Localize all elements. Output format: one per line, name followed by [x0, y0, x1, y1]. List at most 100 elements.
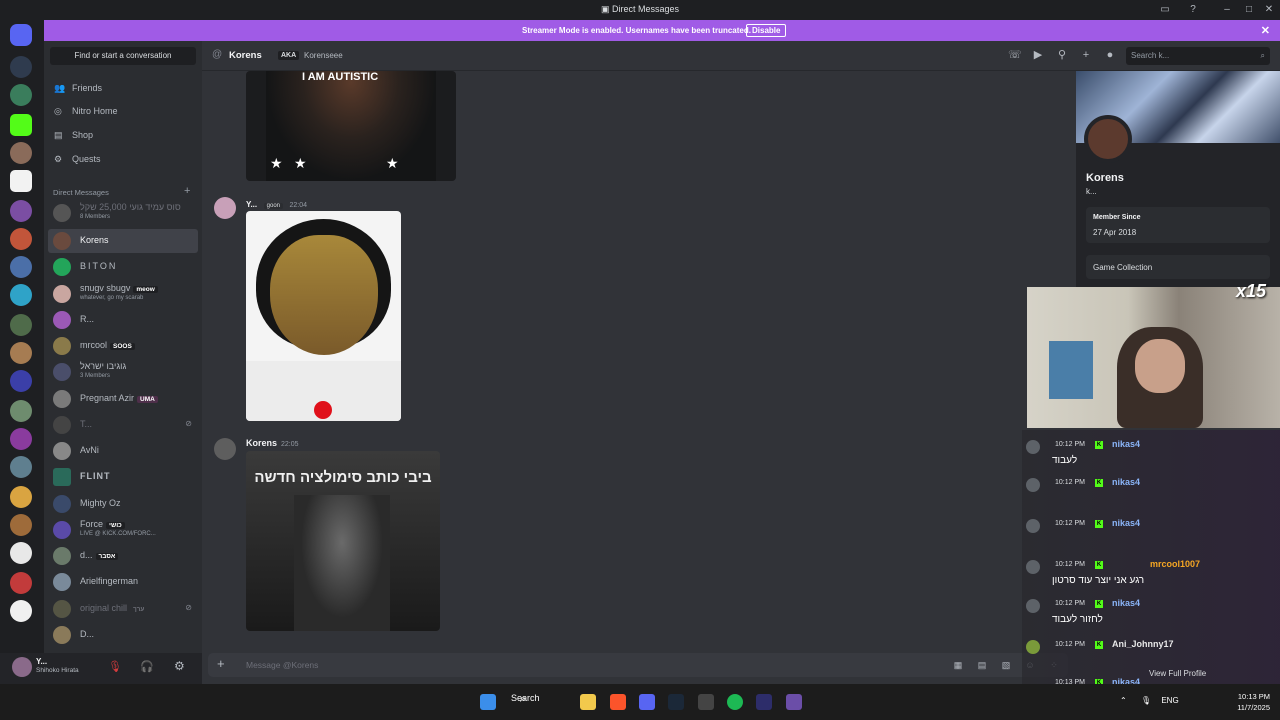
avatar: [53, 600, 71, 618]
avatar[interactable]: [12, 657, 32, 677]
video-icon[interactable]: ▶: [1032, 49, 1044, 61]
message-image[interactable]: I AM AUTISTIC ★ ★ ★: [246, 71, 456, 181]
server-icon[interactable]: [10, 314, 32, 336]
gear-icon[interactable]: ⚙: [174, 659, 185, 673]
pin-icon[interactable]: ⚲: [1056, 49, 1068, 61]
server-icon[interactable]: [10, 514, 32, 536]
server-icon[interactable]: [10, 84, 32, 106]
star-icon: ★: [386, 155, 399, 171]
add-attachment-icon[interactable]: +: [217, 657, 225, 671]
home-button[interactable]: [10, 24, 32, 46]
server-icon[interactable]: [10, 56, 32, 78]
server-icon[interactable]: [10, 256, 32, 278]
server-icon[interactable]: [10, 400, 32, 422]
dm-item[interactable]: גוגיבו ישראל 3 Members: [48, 360, 198, 384]
hidden-icon[interactable]: ⊘: [185, 603, 192, 612]
sticker-icon[interactable]: ▧: [1000, 659, 1012, 671]
dm-item[interactable]: D...: [48, 623, 198, 647]
discord-icon[interactable]: [639, 694, 655, 710]
server-icon[interactable]: [10, 342, 32, 364]
dm-item[interactable]: Mighty Oz: [48, 492, 198, 516]
maximize-button[interactable]: □: [1242, 3, 1256, 17]
nav-nitro[interactable]: ◎ Nitro Home: [52, 101, 196, 121]
minimize-button[interactable]: –: [1220, 3, 1234, 17]
app-icon[interactable]: [756, 694, 772, 710]
dm-item[interactable]: FLINT: [48, 465, 198, 489]
spotify-icon[interactable]: [727, 694, 743, 710]
dm-item[interactable]: Pregnant Azir UMA: [48, 387, 198, 411]
avatar[interactable]: [214, 197, 236, 219]
brave-icon[interactable]: [610, 694, 626, 710]
deafen-icon[interactable]: 🎧: [140, 660, 154, 673]
view-full-profile-link[interactable]: View Full Profile: [1149, 669, 1206, 678]
language-indicator[interactable]: ENG: [1161, 696, 1178, 705]
message-input[interactable]: Message @Korens: [246, 660, 318, 670]
close-icon[interactable]: ✕: [1261, 24, 1270, 37]
message-author[interactable]: Y... goon 22:04: [246, 199, 307, 209]
inbox-icon[interactable]: ▭: [1158, 3, 1172, 17]
steam-icon[interactable]: [668, 694, 684, 710]
server-icon[interactable]: [10, 370, 32, 392]
profile-avatar[interactable]: [1084, 115, 1132, 163]
system-tray[interactable]: ⌃ 🎙 ENG: [1120, 696, 1179, 705]
dm-item[interactable]: AvNi: [48, 439, 198, 463]
help-icon[interactable]: ?: [1186, 3, 1200, 17]
server-icon[interactable]: [10, 456, 32, 478]
server-icon[interactable]: [10, 228, 32, 250]
dm-item[interactable]: Korens: [48, 229, 198, 253]
gif-icon[interactable]: ▤: [976, 659, 988, 671]
dm-item[interactable]: Arielfingerman: [48, 570, 198, 594]
message-image[interactable]: [246, 211, 401, 421]
close-window-button[interactable]: ✕: [1262, 3, 1276, 17]
dm-item[interactable]: BITON: [48, 255, 198, 279]
mic-icon[interactable]: 🎙: [1141, 696, 1151, 705]
server-icon[interactable]: [10, 428, 32, 450]
dm-item[interactable]: original chill ערך ⊘: [48, 597, 198, 621]
avatar: [53, 232, 71, 250]
server-icon[interactable]: [10, 600, 32, 622]
gift-icon[interactable]: ▦: [952, 659, 964, 671]
profile-icon[interactable]: ●: [1104, 49, 1116, 61]
dm-item[interactable]: d... אסבר: [48, 544, 198, 568]
hidden-icon[interactable]: ⊘: [185, 419, 192, 428]
file-explorer-icon[interactable]: [580, 694, 596, 710]
server-icon[interactable]: [10, 284, 32, 306]
server-icon[interactable]: [10, 572, 32, 594]
call-icon[interactable]: ☏: [1008, 49, 1022, 61]
dm-item[interactable]: סוס עמיד גועי 25,000 שקל 8 Members: [48, 201, 198, 225]
mute-icon[interactable]: 🎙: [108, 660, 122, 673]
avatar: [53, 285, 71, 303]
create-dm-icon[interactable]: +: [184, 185, 190, 197]
disable-button[interactable]: Disable: [746, 24, 787, 37]
server-icon[interactable]: [10, 170, 32, 192]
search-input[interactable]: Search k... ⌕: [1126, 47, 1270, 65]
server-icon[interactable]: [10, 542, 32, 564]
server-icon[interactable]: [10, 114, 32, 136]
message-composer[interactable]: + Message @Korens ▦ ▤ ▧ ☺ ⁘: [208, 653, 1068, 677]
server-icon[interactable]: [10, 486, 32, 508]
clock[interactable]: 10:13 PM 11/7/2025: [1226, 691, 1270, 713]
start-icon[interactable]: [480, 694, 496, 710]
dm-item[interactable]: R...: [48, 308, 198, 332]
dm-item[interactable]: sпugv sbugv meow whatever, go my scarab: [48, 282, 198, 306]
dm-item[interactable]: Force כושי LIVE @ KICK.COM/FORC...: [48, 518, 198, 542]
avatar[interactable]: [214, 438, 236, 460]
message-author[interactable]: Korens 22:05: [246, 438, 299, 448]
game-collection-card[interactable]: Game Collection: [1086, 255, 1270, 279]
taskbar-search[interactable]: Search: [511, 693, 540, 703]
search-icon: ⌕: [1260, 51, 1265, 60]
find-conversation-button[interactable]: Find or start a conversation: [50, 47, 196, 65]
message-image[interactable]: ביבי כותב סימולציה חדשה: [246, 451, 440, 631]
dm-item[interactable]: T... ⊘: [48, 413, 198, 437]
obs-icon[interactable]: [698, 694, 714, 710]
nav-friends[interactable]: 👥 Friends: [52, 78, 196, 98]
add-friends-icon[interactable]: +: [1080, 49, 1092, 61]
nav-quests[interactable]: ⚙ Quests: [52, 149, 196, 169]
avatar: [53, 573, 71, 591]
chevron-up-icon[interactable]: ⌃: [1120, 696, 1127, 705]
server-icon[interactable]: [10, 200, 32, 222]
app-icon[interactable]: [786, 694, 802, 710]
dm-item[interactable]: mrcool SOOS: [48, 334, 198, 358]
nav-shop[interactable]: ▤ Shop: [52, 125, 196, 145]
server-icon[interactable]: [10, 142, 32, 164]
